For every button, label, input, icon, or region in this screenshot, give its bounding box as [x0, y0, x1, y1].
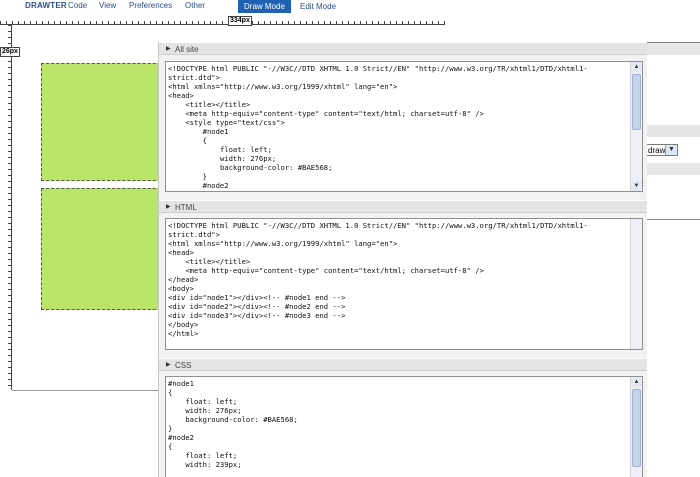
css-title: CSS [175, 361, 192, 370]
all-site-code: <!DOCTYPE html PUBLIC "-//W3C//DTD XHTML… [168, 64, 588, 190]
horizontal-ruler [0, 13, 445, 25]
arrow-up-icon[interactable]: ▲ [631, 377, 642, 387]
vertical-ruler [0, 25, 12, 390]
html-title: HTML [175, 203, 197, 212]
all-site-scrollbar[interactable]: ▲ ▼ [630, 62, 642, 191]
menu-other[interactable]: Other [185, 1, 205, 10]
css-header[interactable]: ▶ CSS [159, 358, 647, 371]
html-code: <!DOCTYPE html PUBLIC "-//W3C//DTD XHTML… [168, 221, 588, 338]
ruler-width-label: 334px [228, 16, 252, 26]
menu-view[interactable]: View [99, 1, 116, 10]
chevron-down-icon[interactable]: ▼ [665, 145, 677, 155]
code-panel: ▶ All site <!DOCTYPE html PUBLIC "-//W3C… [158, 42, 647, 477]
properties-section-header [641, 125, 700, 137]
scroll-thumb[interactable] [632, 74, 641, 130]
triangle-right-icon: ▶ [166, 46, 171, 52]
arrow-up-icon[interactable]: ▲ [631, 62, 642, 72]
properties-section-header [641, 163, 700, 175]
triangle-right-icon: ▶ [166, 204, 171, 210]
arrow-down-icon[interactable]: ▼ [631, 181, 642, 191]
node1-box[interactable] [41, 63, 171, 181]
edit-mode-button[interactable]: Edit Mode [294, 0, 342, 13]
draw-mode-button[interactable]: Draw Mode [238, 0, 291, 13]
html-scrollbar[interactable] [630, 219, 642, 349]
triangle-right-icon: ▶ [166, 362, 171, 368]
menu-preferences[interactable]: Preferences [129, 1, 172, 10]
menu-code[interactable]: Code [68, 1, 87, 10]
css-code-area[interactable]: #node1 { float: left; width: 276px; back… [165, 376, 643, 477]
css-scrollbar[interactable]: ▲ [630, 377, 642, 477]
properties-header [641, 43, 700, 55]
scroll-thumb[interactable] [632, 389, 641, 467]
all-site-code-area[interactable]: <!DOCTYPE html PUBLIC "-//W3C//DTD XHTML… [165, 61, 643, 192]
html-header[interactable]: ▶ HTML [159, 200, 647, 213]
node2-box[interactable] [41, 188, 171, 310]
all-site-title: All site [175, 45, 199, 54]
all-site-header[interactable]: ▶ All site [159, 42, 647, 55]
menu-bar: DRAWTER Code View Preferences Other Draw… [0, 0, 700, 13]
css-code: #node1 { float: left; width: 276px; back… [168, 379, 298, 469]
ruler-height-label: 26px [0, 47, 20, 57]
properties-panel [640, 42, 700, 220]
html-code-area[interactable]: <!DOCTYPE html PUBLIC "-//W3C//DTD XHTML… [165, 218, 643, 350]
app-brand[interactable]: DRAWTER [25, 1, 67, 10]
